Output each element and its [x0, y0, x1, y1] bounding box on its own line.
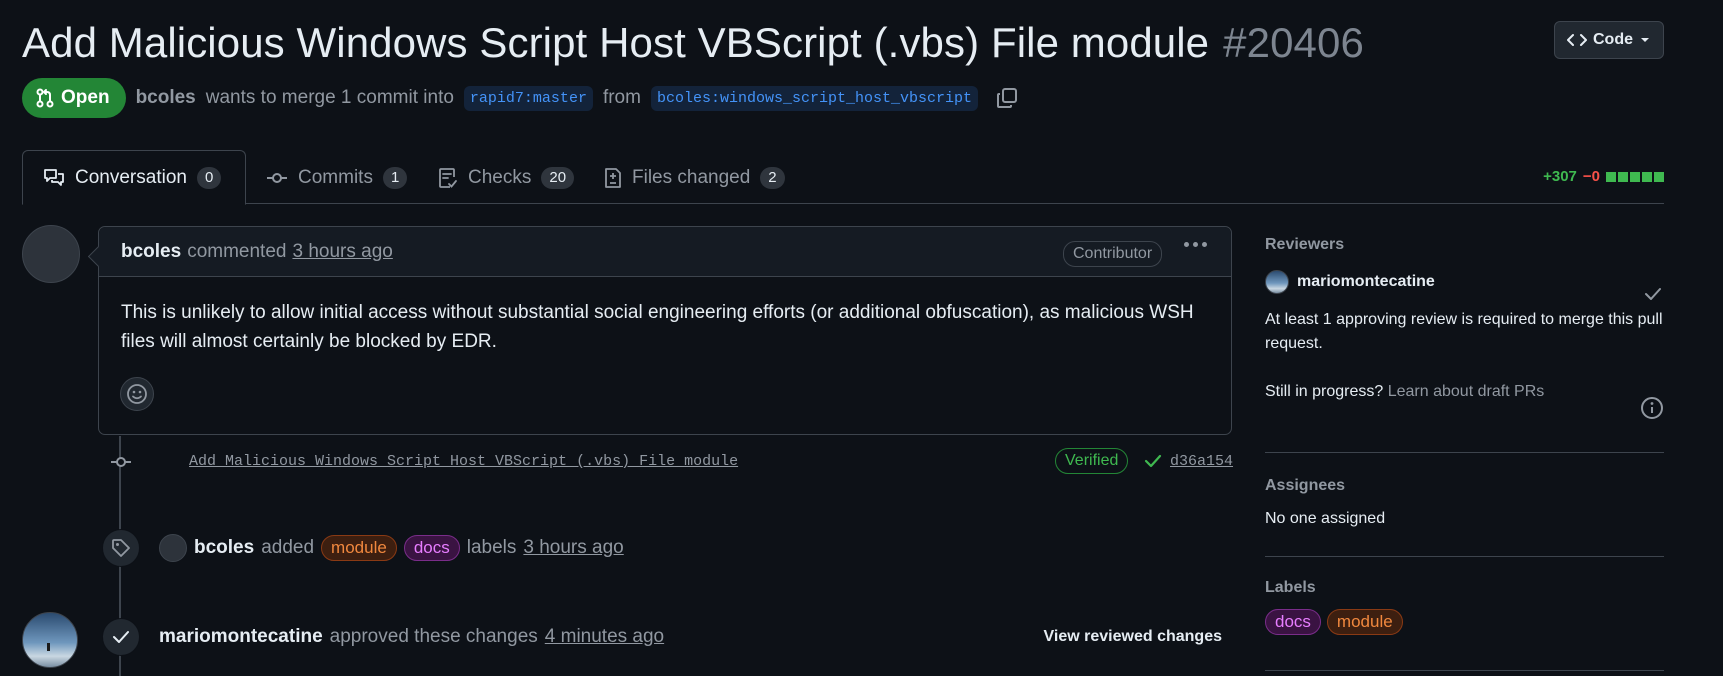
- labels-list: docs module: [1265, 609, 1664, 635]
- contributor-badge: Contributor: [1063, 241, 1163, 267]
- add-reaction-button[interactable]: [120, 377, 154, 411]
- tab-commits-label: Commits: [298, 166, 373, 188]
- tab-checks[interactable]: Checks 20: [418, 150, 594, 205]
- tab-conversation-count: 0: [196, 166, 222, 189]
- review-event: mariomontecatine approved these changes …: [102, 617, 1232, 657]
- smiley-icon: [127, 384, 147, 404]
- chevron-down-icon: [1641, 38, 1649, 42]
- head-branch[interactable]: bcoles:windows_script_host_vbscript: [650, 85, 979, 111]
- merge-from-text: from: [602, 87, 641, 108]
- check-icon: [1645, 288, 1661, 300]
- sidebar-assignees: Assignees No one assigned: [1265, 453, 1664, 557]
- tab-commits[interactable]: Commits 1: [246, 150, 427, 205]
- avatar[interactable]: [22, 612, 78, 668]
- pr-author-link[interactable]: bcoles: [136, 87, 196, 109]
- reviewers-heading[interactable]: Reviewers: [1265, 236, 1664, 254]
- base-branch[interactable]: rapid7:master: [463, 85, 593, 111]
- view-reviewed-changes-button[interactable]: View reviewed changes: [1044, 628, 1222, 646]
- commit-item: Add Malicious Windows Script Host VBScri…: [98, 448, 1233, 476]
- assignees-value: No one assigned: [1265, 510, 1386, 527]
- check-icon: [102, 618, 140, 656]
- draft-row: Still in progress? Learn about draft PRs: [1265, 380, 1664, 404]
- tab-commits-count: 1: [382, 166, 408, 189]
- check-icon[interactable]: [1144, 453, 1162, 469]
- labels-heading[interactable]: Labels: [1265, 579, 1664, 597]
- status-badge: Open: [22, 78, 126, 118]
- diffstat-additions: +307: [1543, 168, 1577, 185]
- comment-action: commented: [187, 240, 287, 262]
- draft-prs-link[interactable]: Learn about draft PRs: [1388, 383, 1545, 400]
- avatar[interactable]: [1265, 270, 1289, 294]
- label-docs[interactable]: docs: [403, 535, 460, 561]
- diffstat: +307 −0: [1543, 168, 1664, 185]
- tab-checks-label: Checks: [468, 166, 532, 188]
- diffstat-deletions: −0: [1582, 168, 1600, 185]
- sidebar-labels: Labels docs module: [1265, 557, 1664, 671]
- event-author-link[interactable]: bcoles: [194, 537, 254, 559]
- comment-timestamp[interactable]: 3 hours ago: [292, 241, 392, 263]
- sidebar: Reviewers mariomontecatine At least 1 ap…: [1265, 236, 1664, 671]
- comment-discussion-icon: [44, 168, 64, 186]
- tab-files-changed-count: 2: [760, 166, 785, 189]
- pr-tabs: Conversation 0 Commits 1 Checks 20 Files…: [22, 150, 1664, 205]
- label-module[interactable]: module: [321, 535, 397, 561]
- pr-title-row: Add Malicious Windows Script Host VBScri…: [22, 18, 1364, 68]
- code-button-label: Code: [1593, 31, 1633, 48]
- pr-title-text: Add Malicious Windows Script Host VBScri…: [22, 19, 1210, 66]
- tab-conversation[interactable]: Conversation 0: [22, 150, 246, 205]
- review-author-link[interactable]: mariomontecatine: [159, 626, 323, 648]
- code-icon: [1567, 34, 1587, 46]
- git-commit-icon: [111, 457, 131, 467]
- assignees-heading[interactable]: Assignees: [1265, 477, 1664, 495]
- label-module[interactable]: module: [1326, 609, 1403, 635]
- tag-icon: [102, 529, 140, 567]
- comment-header: bcoles commented 3 hours ago Contributor: [99, 227, 1231, 277]
- label-event: bcoles added module docs labels 3 hours …: [102, 529, 624, 567]
- comment-author-link[interactable]: bcoles: [121, 241, 181, 263]
- copy-icon[interactable]: [996, 87, 1018, 109]
- tab-conversation-label: Conversation: [75, 166, 187, 188]
- commit-sha-link[interactable]: d36a154: [1170, 453, 1233, 470]
- tab-files-changed-label: Files changed: [632, 166, 751, 188]
- draft-question: Still in progress?: [1265, 383, 1384, 400]
- info-icon[interactable]: [1640, 396, 1664, 420]
- diffstat-blocks: [1606, 171, 1664, 182]
- reviewers-note: At least 1 approving review is required …: [1265, 311, 1663, 352]
- pr-number: #20406: [1223, 19, 1364, 66]
- checklist-icon: [439, 167, 457, 188]
- code-button[interactable]: Code: [1554, 21, 1664, 59]
- reviewer-name[interactable]: mariomontecatine: [1297, 273, 1435, 291]
- label-docs[interactable]: docs: [1265, 609, 1321, 635]
- verified-badge[interactable]: Verified: [1055, 448, 1129, 474]
- comment-card: bcoles commented 3 hours ago Contributor…: [98, 226, 1232, 435]
- event-timestamp[interactable]: 3 hours ago: [523, 537, 623, 559]
- avatar[interactable]: [22, 225, 80, 283]
- pr-title: Add Malicious Windows Script Host VBScri…: [22, 19, 1364, 67]
- commit-message-link[interactable]: Add Malicious Windows Script Host VBScri…: [189, 453, 738, 470]
- tab-checks-count: 20: [541, 166, 575, 189]
- status-badge-label: Open: [61, 87, 110, 108]
- pr-state-row: Open bcoles wants to merge 1 commit into…: [22, 78, 1018, 118]
- event-action: added: [261, 537, 315, 558]
- avatar[interactable]: [159, 534, 187, 562]
- comment-body: This is unlikely to allow initial access…: [121, 302, 1194, 352]
- tab-files-changed[interactable]: Files changed 2: [584, 150, 805, 205]
- git-pull-request-icon: [36, 88, 54, 108]
- file-diff-icon: [605, 167, 621, 188]
- sidebar-reviewers: Reviewers mariomontecatine At least 1 ap…: [1265, 236, 1664, 453]
- merge-text: wants to merge 1 commit into: [205, 87, 454, 108]
- reviewer-item: mariomontecatine: [1265, 270, 1664, 294]
- review-action: approved these changes: [329, 626, 538, 647]
- kebab-menu-icon[interactable]: [1184, 242, 1207, 247]
- review-timestamp[interactable]: 4 minutes ago: [545, 626, 664, 648]
- git-commit-icon: [267, 172, 287, 183]
- event-suffix: labels: [466, 537, 517, 558]
